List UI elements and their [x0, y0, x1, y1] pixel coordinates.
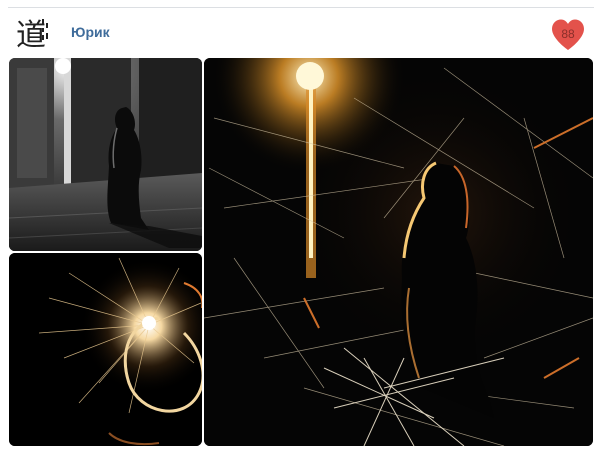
like-button[interactable]: 88: [550, 18, 586, 52]
sparkler-circle-image: [9, 253, 202, 446]
calligraphy-avatar-icon: 道: [9, 11, 53, 55]
photo-thumbnail-2[interactable]: [9, 253, 202, 446]
like-count: 88: [561, 27, 575, 41]
post-header: 道 Юрик 88: [0, 8, 602, 56]
author-avatar[interactable]: 道: [9, 11, 53, 55]
dancer-silhouette-image: [9, 58, 202, 251]
avatar-glyph: 道: [16, 18, 46, 53]
author-name-link[interactable]: Юрик: [71, 24, 110, 40]
photo-thumbnail-1[interactable]: [9, 58, 202, 251]
photo-main[interactable]: [204, 58, 593, 446]
light-painting-image: [204, 58, 593, 446]
